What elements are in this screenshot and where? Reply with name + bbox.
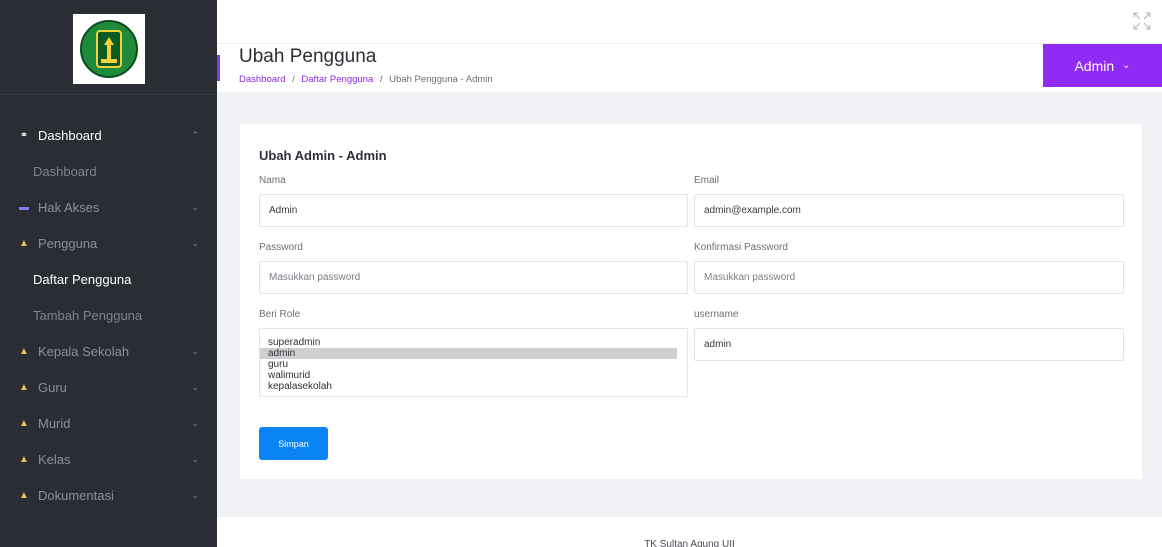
user-icon: ▲	[19, 453, 29, 465]
edit-user-card: Ubah Admin - Admin Nama Admin Email admi…	[240, 124, 1142, 479]
role-option[interactable]: guru	[260, 359, 677, 370]
chevron-down-icon: ⌄	[191, 345, 199, 356]
email-input[interactable]: admin@example.com	[694, 194, 1124, 227]
dashboard-icon: ⚭	[19, 129, 29, 141]
breadcrumb: Dashboard / Daftar Pengguna / Ubah Pengg…	[239, 74, 493, 85]
chevron-down-icon: ⌄	[191, 201, 199, 212]
form-title: Ubah Admin - Admin	[259, 148, 387, 163]
nav-label: Kepala Sekolah	[38, 343, 130, 359]
breadcrumb-dashboard[interactable]: Dashboard	[239, 74, 285, 85]
nav-item-kelas[interactable]: ▲ Kelas ⌄	[0, 441, 217, 477]
footer: TK Sultan Agung UII	[217, 517, 1162, 547]
user-icon: ▲	[19, 237, 29, 249]
nav-sub-tambah-pengguna[interactable]: Tambah Pengguna	[0, 297, 217, 333]
sidebar-brand	[0, 0, 217, 95]
user-icon: ▲	[19, 381, 29, 393]
sidebar: ⚭ Dashboard ⌃ Dashboard ▬ Hak Akses ⌄ ▲ …	[0, 0, 217, 547]
username-label: username	[694, 309, 739, 320]
nav-item-guru[interactable]: ▲ Guru ⌄	[0, 369, 217, 405]
breadcrumb-separator: /	[379, 74, 383, 85]
nama-input[interactable]: Admin	[259, 194, 688, 227]
chevron-down-icon: ⌄	[191, 489, 199, 500]
nav-label: Dashboard	[38, 127, 102, 143]
nav-item-hak-akses[interactable]: ▬ Hak Akses ⌄	[0, 189, 217, 225]
page-header: Ubah Pengguna Dashboard / Daftar Penggun…	[217, 44, 1162, 92]
nav-item-dokumentasi[interactable]: ▲ Dokumentasi ⌄	[0, 477, 217, 513]
nama-label: Nama	[259, 175, 286, 186]
role-option[interactable]: walimurid	[260, 370, 677, 381]
nav-sub-daftar-pengguna[interactable]: Daftar Pengguna	[0, 261, 217, 297]
nav-sub-dashboard[interactable]: Dashboard	[0, 153, 217, 189]
password-input[interactable]: Masukkan password	[259, 261, 688, 294]
confirm-password-input[interactable]: Masukkan password	[694, 261, 1124, 294]
page-title: Ubah Pengguna	[239, 46, 377, 67]
chevron-down-icon: ⌄	[191, 237, 199, 248]
user-icon: ▲	[19, 345, 29, 357]
nav-label: Hak Akses	[38, 199, 100, 215]
chevron-down-icon: ⌄	[191, 453, 199, 464]
nav-item-dashboard[interactable]: ⚭ Dashboard ⌃	[0, 117, 217, 153]
breadcrumb-daftar-pengguna[interactable]: Daftar Pengguna	[301, 74, 373, 85]
topbar	[217, 0, 1162, 44]
save-button[interactable]: Simpan	[259, 427, 328, 460]
chevron-down-icon: ⌄	[191, 417, 199, 428]
side-nav: ⚭ Dashboard ⌃ Dashboard ▬ Hak Akses ⌄ ▲ …	[0, 95, 217, 513]
nav-label: Dokumentasi	[38, 487, 114, 503]
school-crest-logo	[79, 20, 138, 78]
key-icon: ▬	[19, 201, 29, 213]
role-option[interactable]: superadmin	[260, 337, 677, 348]
chevron-down-icon: ⌄	[1122, 60, 1131, 71]
nav-label: Guru	[38, 379, 67, 395]
user-menu-label: Admin	[1074, 57, 1115, 74]
user-menu-button[interactable]: Admin ⌄	[1043, 44, 1162, 87]
nav-label: Murid	[38, 415, 71, 431]
breadcrumb-separator: /	[292, 74, 295, 85]
role-option-selected[interactable]: admin	[260, 348, 677, 359]
user-icon: ▲	[19, 417, 29, 429]
breadcrumb-current: Ubah Pengguna - Admin	[389, 74, 493, 85]
school-logo[interactable]	[72, 14, 145, 84]
username-input[interactable]: admin	[694, 328, 1124, 361]
nav-label: Pengguna	[38, 235, 98, 251]
chevron-down-icon: ⌄	[191, 381, 199, 392]
footer-text: TK Sultan Agung UII	[644, 539, 735, 547]
user-icon: ▲	[19, 489, 29, 501]
role-listbox[interactable]: superadmin admin guru walimurid kepalase…	[259, 328, 688, 397]
nav-label: Kelas	[38, 451, 71, 467]
nav-item-kepala-sekolah[interactable]: ▲ Kepala Sekolah ⌄	[0, 333, 217, 369]
email-label: Email	[694, 175, 720, 186]
nav-item-murid[interactable]: ▲ Murid ⌄	[0, 405, 217, 441]
nav-item-pengguna[interactable]: ▲ Pengguna ⌄	[0, 225, 217, 261]
role-option[interactable]: kepalasekolah	[260, 381, 677, 392]
role-label: Beri Role	[259, 309, 301, 320]
fullscreen-icon[interactable]	[1132, 11, 1152, 31]
header-accent-bar	[217, 55, 220, 81]
confirm-password-label: Konfirmasi Password	[694, 242, 788, 253]
chevron-up-icon: ⌃	[191, 129, 199, 140]
password-label: Password	[259, 242, 303, 253]
